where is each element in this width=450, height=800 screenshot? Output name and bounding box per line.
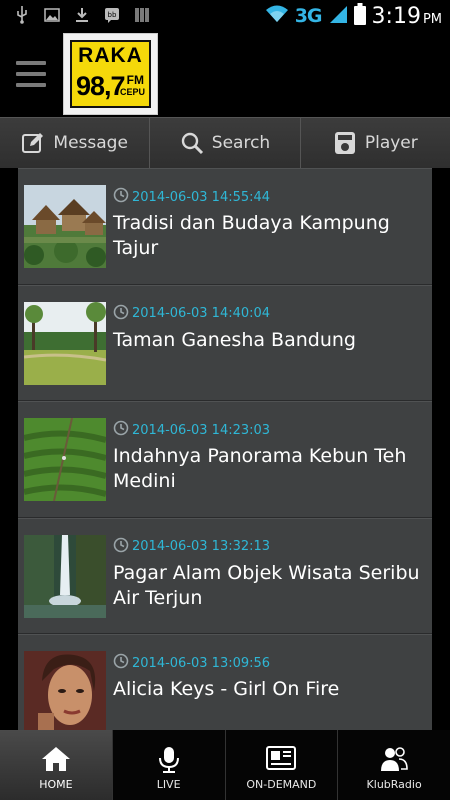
microphone-icon bbox=[158, 746, 180, 777]
status-bar: bb 3G 3:19 PM bbox=[0, 0, 450, 33]
clock: 3:19 PM bbox=[372, 4, 442, 29]
news-title: Taman Ganesha Bandung bbox=[113, 328, 356, 351]
news-meta: 2014-06-03 13:32:13 bbox=[113, 537, 270, 557]
nav-klubradio[interactable]: KlubRadio bbox=[338, 730, 450, 800]
edit-message-icon bbox=[21, 131, 45, 155]
nav-live-label: LIVE bbox=[156, 778, 181, 791]
village-photo bbox=[24, 185, 106, 268]
news-meta: 2014-06-03 13:09:56 bbox=[113, 653, 270, 673]
news-timestamp: 2014-06-03 14:23:03 bbox=[132, 422, 271, 438]
menu-icon[interactable] bbox=[16, 61, 46, 87]
clock-icon bbox=[113, 187, 129, 207]
message-button[interactable]: Message bbox=[0, 118, 151, 168]
wifi-icon bbox=[265, 4, 289, 28]
player-label: Player bbox=[364, 133, 418, 153]
battery-icon bbox=[353, 3, 366, 29]
logo-city: CEPU bbox=[119, 87, 145, 97]
bottom-navigation: HOME LIVE ON-DEMAND KlubRadio bbox=[0, 730, 450, 800]
clock-icon bbox=[113, 420, 129, 440]
news-title: Tradisi dan Budaya Kampung Tajur bbox=[113, 212, 390, 259]
nav-klubradio-label: KlubRadio bbox=[366, 778, 422, 791]
nav-live[interactable]: LIVE bbox=[112, 730, 226, 800]
news-item[interactable]: 2014-06-03 13:09:56 Alicia Keys - Girl O… bbox=[18, 634, 432, 730]
logo-station-name: RAKA bbox=[78, 44, 143, 67]
news-title: Alicia Keys - Girl On Fire bbox=[113, 678, 340, 700]
player-button[interactable]: Player bbox=[300, 118, 450, 168]
radio-player-icon bbox=[333, 131, 357, 155]
svg-text:bb: bb bbox=[108, 11, 117, 19]
portrait-photo bbox=[24, 651, 106, 730]
clock-icon bbox=[113, 653, 129, 673]
news-timestamp: 2014-06-03 14:55:44 bbox=[132, 189, 271, 205]
search-icon bbox=[180, 131, 204, 155]
barcode-icon bbox=[134, 7, 150, 23]
usb-icon bbox=[14, 6, 30, 24]
nav-on-demand[interactable]: ON-DEMAND bbox=[225, 730, 339, 800]
message-label: Message bbox=[53, 133, 128, 153]
download-icon bbox=[74, 7, 90, 23]
nav-home-label: HOME bbox=[39, 778, 73, 791]
news-title: Indahnya Panorama Kebun Teh Medini bbox=[113, 445, 407, 492]
people-icon bbox=[379, 746, 409, 775]
news-item[interactable]: 2014-06-03 14:23:03 Indahnya Panorama Ke… bbox=[18, 401, 432, 518]
clock-icon bbox=[113, 304, 129, 324]
news-item[interactable]: 2014-06-03 13:32:13 Pagar Alam Objek Wis… bbox=[18, 517, 432, 634]
news-timestamp: 2014-06-03 14:40:04 bbox=[132, 306, 271, 321]
clock-time: 3:19 bbox=[371, 3, 421, 29]
news-list: 2014-06-03 14:55:44 Tradisi dan Budaya K… bbox=[18, 168, 432, 730]
news-timestamp: 2014-06-03 13:32:13 bbox=[132, 539, 271, 554]
news-item[interactable]: 2014-06-03 14:40:04 Taman Ganesha Bandun… bbox=[18, 284, 432, 401]
logo-frequency: 98,7 bbox=[76, 71, 126, 101]
news-meta: 2014-06-03 14:40:04 bbox=[113, 304, 270, 324]
system-status: 3G 3:19 PM bbox=[265, 3, 442, 29]
network-type: 3G bbox=[294, 5, 323, 27]
search-label: Search bbox=[211, 133, 271, 153]
nav-home[interactable]: HOME bbox=[0, 730, 113, 800]
notification-icons: bb bbox=[14, 6, 150, 24]
clock-ampm: PM bbox=[422, 11, 442, 27]
news-item[interactable]: 2014-06-03 14:55:44 Tradisi dan Budaya K… bbox=[18, 168, 432, 285]
media-player-icon bbox=[266, 746, 297, 773]
home-icon bbox=[41, 746, 71, 775]
news-title: Pagar Alam Objek Wisata Seribu Air Terju… bbox=[113, 561, 420, 609]
bbm-icon: bb bbox=[104, 7, 120, 23]
nav-on-demand-label: ON-DEMAND bbox=[246, 778, 317, 791]
signal-icon bbox=[328, 4, 348, 28]
news-meta: 2014-06-03 14:23:03 bbox=[113, 420, 270, 440]
logo-band: FM bbox=[126, 73, 144, 87]
news-meta: 2014-06-03 14:55:44 bbox=[113, 187, 270, 207]
search-button[interactable]: Search bbox=[150, 118, 301, 168]
park-photo bbox=[24, 301, 106, 385]
news-list-viewport[interactable]: 2014-06-03 14:55:44 Tradisi dan Budaya K… bbox=[0, 168, 450, 730]
tea-plantation-photo bbox=[24, 418, 106, 501]
waterfall-photo bbox=[24, 534, 106, 618]
logo-badge: RAKA 98,7 FM CEPU bbox=[70, 40, 151, 108]
news-timestamp: 2014-06-03 13:09:56 bbox=[132, 655, 271, 671]
action-toolbar: Message Search Player bbox=[0, 117, 450, 168]
app-header: RAKA 98,7 FM CEPU bbox=[0, 33, 450, 117]
clock-icon bbox=[113, 537, 129, 557]
image-icon bbox=[44, 7, 60, 23]
station-logo: RAKA 98,7 FM CEPU bbox=[63, 33, 158, 115]
